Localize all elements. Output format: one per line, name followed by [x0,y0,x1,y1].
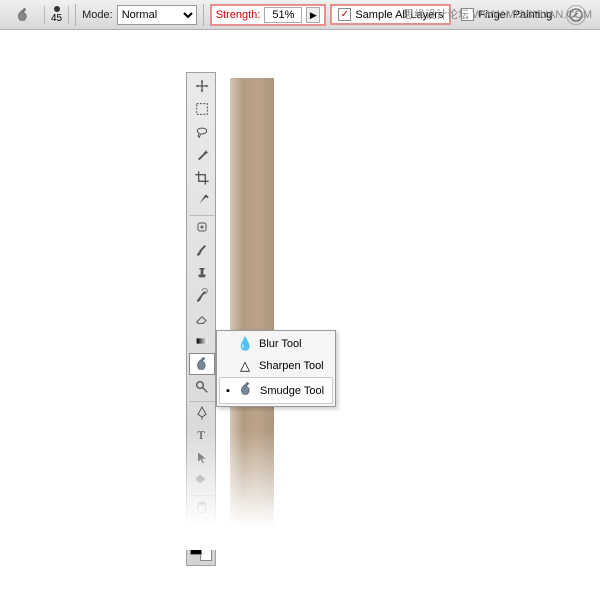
tools-panel: T [186,72,216,566]
move-tool[interactable] [189,75,215,97]
history-brush-tool[interactable] [189,284,215,306]
shape-tool[interactable] [189,470,215,492]
svg-text:T: T [197,428,205,442]
eraser-tool[interactable] [189,307,215,329]
type-tool[interactable]: T [189,424,215,446]
sharpen-icon: △ [237,358,253,374]
path-selection-tool[interactable] [189,447,215,469]
marquee-tool[interactable] [189,98,215,120]
foreground-color-icon [190,543,202,555]
tool-flyout-menu: 💧 Blur Tool △ Sharpen Tool ▪ Smudge Tool [216,330,336,407]
flyout-item-sharpen[interactable]: △ Sharpen Tool [219,355,333,377]
pen-tool[interactable] [189,401,215,423]
color-swatch[interactable] [190,543,212,561]
smudge-icon [12,4,34,26]
brush-size-value: 45 [51,13,62,24]
strength-flyout-button[interactable]: ▶ [306,7,320,23]
brush-tool[interactable] [189,238,215,260]
tool-preset[interactable] [6,2,40,28]
crop-tool[interactable] [189,167,215,189]
canvas-area[interactable] [230,78,274,528]
watermark: 思缘设计论坛 WWW.MISSYUAN.COM [403,6,592,22]
healing-brush-tool[interactable] [189,215,215,237]
flyout-item-blur[interactable]: 💧 Blur Tool [219,333,333,355]
flyout-item-smudge[interactable]: ▪ Smudge Tool [219,377,333,404]
flyout-label: Blur Tool [259,338,302,350]
strength-label: Strength: [216,9,261,21]
blur-icon: 💧 [237,336,253,352]
active-indicator: ▪ [224,385,232,397]
gradient-tool[interactable] [189,330,215,352]
smudge-tool[interactable] [189,353,215,375]
brush-picker[interactable]: 45 [44,6,69,24]
brush-dot-icon [54,6,60,12]
flyout-label: Smudge Tool [260,385,324,397]
divider [203,4,204,26]
clone-stamp-tool[interactable] [189,261,215,283]
magic-wand-tool[interactable] [189,144,215,166]
zoom-tool[interactable] [189,518,215,540]
dodge-tool[interactable] [189,376,215,398]
strength-group: Strength: ▶ [210,4,327,26]
lasso-tool[interactable] [189,121,215,143]
hand-tool[interactable] [189,495,215,517]
smudge-icon [238,381,254,400]
mode-select[interactable]: Normal [117,5,197,25]
eyedropper-tool[interactable] [189,190,215,212]
checkbox-icon: ✓ [338,8,351,21]
mode-label: Mode: [82,9,113,21]
divider [75,4,76,26]
flyout-label: Sharpen Tool [259,360,324,372]
strength-input[interactable] [264,7,302,23]
